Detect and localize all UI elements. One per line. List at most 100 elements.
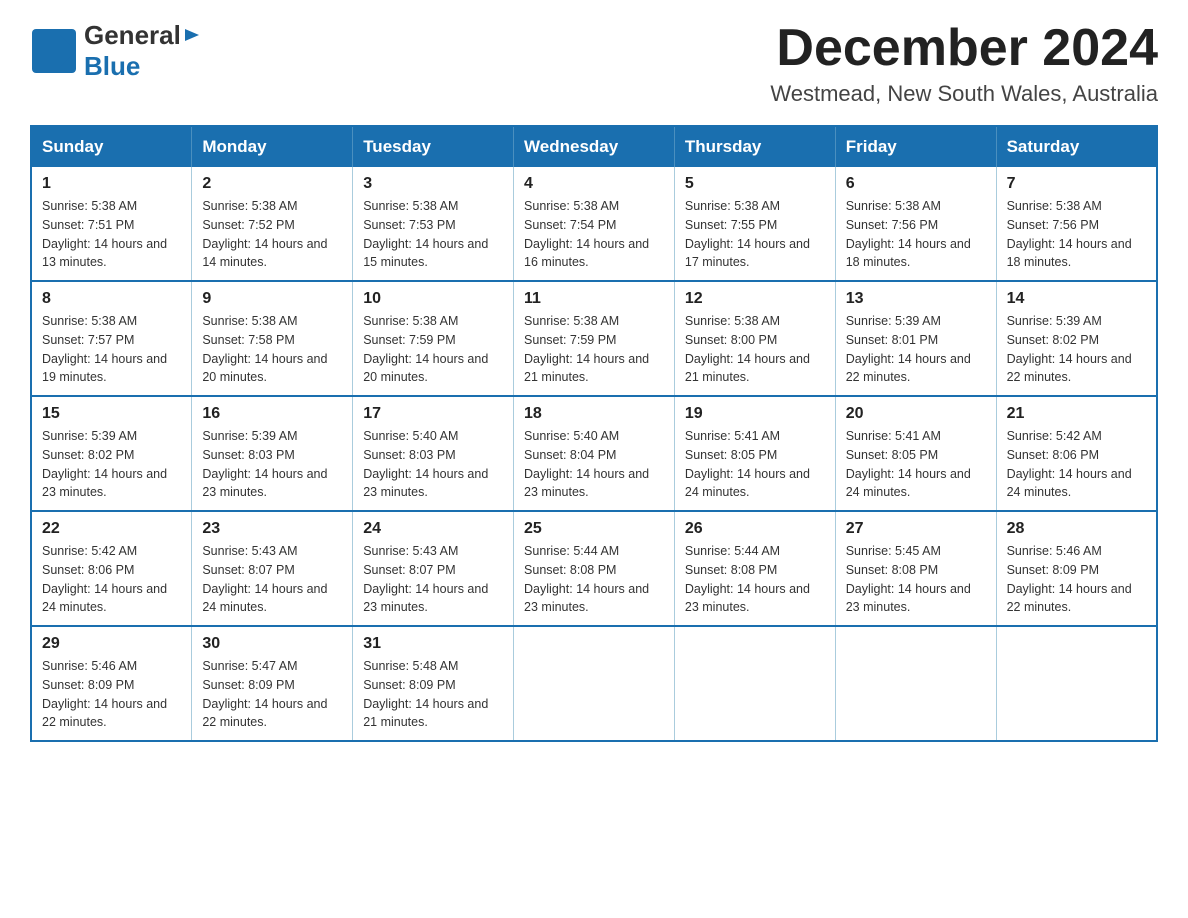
- day-number: 18: [524, 405, 664, 423]
- calendar-cell: [514, 626, 675, 741]
- calendar-cell: 20 Sunrise: 5:41 AMSunset: 8:05 PMDayligh…: [835, 396, 996, 511]
- calendar-cell: 28Sunrise: 5:46 AMSunset: 8:09 PMDayligh…: [996, 511, 1157, 626]
- day-number: 2: [202, 175, 342, 193]
- month-title: December 2024: [770, 20, 1158, 77]
- day-number: 31: [363, 635, 503, 653]
- weekday-header-row: SundayMondayTuesdayWednesdayThursdayFrid…: [31, 126, 1157, 167]
- day-info: Sunrise: 5:38 AMSunset: 7:59 PMDaylight:…: [363, 312, 503, 387]
- day-number: 19: [685, 405, 825, 423]
- day-number: 11: [524, 290, 664, 308]
- calendar-cell: 19 Sunrise: 5:41 AMSunset: 8:05 PMDayligh…: [674, 396, 835, 511]
- weekday-header-wednesday: Wednesday: [514, 126, 675, 167]
- logo-general: General: [84, 20, 181, 51]
- calendar-cell: 10 Sunrise: 5:38 AMSunset: 7:59 PMDayligh…: [353, 281, 514, 396]
- day-info: Sunrise: 5:43 AMSunset: 8:07 PMDaylight:…: [363, 542, 503, 617]
- day-number: 22: [42, 520, 181, 538]
- day-info: Sunrise: 5:39 AMSunset: 8:02 PMDaylight:…: [42, 427, 181, 502]
- day-info: Sunrise: 5:40 AMSunset: 8:03 PMDaylight:…: [363, 427, 503, 502]
- logo: General Blue: [30, 20, 201, 82]
- calendar-cell: 18 Sunrise: 5:40 AMSunset: 8:04 PMDayligh…: [514, 396, 675, 511]
- logo-blue: Blue: [84, 51, 140, 81]
- day-info: Sunrise: 5:39 AMSunset: 8:03 PMDaylight:…: [202, 427, 342, 502]
- calendar-cell: 22 Sunrise: 5:42 AMSunset: 8:06 PMDayligh…: [31, 511, 192, 626]
- weekday-header-saturday: Saturday: [996, 126, 1157, 167]
- calendar-cell: 16 Sunrise: 5:39 AMSunset: 8:03 PMDayligh…: [192, 396, 353, 511]
- day-info: Sunrise: 5:41 AMSunset: 8:05 PMDaylight:…: [685, 427, 825, 502]
- calendar-cell: 6 Sunrise: 5:38 AMSunset: 7:56 PMDaylight…: [835, 167, 996, 281]
- day-number: 4: [524, 175, 664, 193]
- day-number: 15: [42, 405, 181, 423]
- page-header: General Blue December 2024 Westmead, New…: [30, 20, 1158, 107]
- day-info: Sunrise: 5:38 AMSunset: 8:00 PMDaylight:…: [685, 312, 825, 387]
- day-info: Sunrise: 5:38 AMSunset: 7:58 PMDaylight:…: [202, 312, 342, 387]
- calendar-cell: 7 Sunrise: 5:38 AMSunset: 7:56 PMDaylight…: [996, 167, 1157, 281]
- day-number: 16: [202, 405, 342, 423]
- day-number: 13: [846, 290, 986, 308]
- calendar-cell: 23 Sunrise: 5:43 AMSunset: 8:07 PMDayligh…: [192, 511, 353, 626]
- day-number: 23: [202, 520, 342, 538]
- day-info: Sunrise: 5:41 AMSunset: 8:05 PMDaylight:…: [846, 427, 986, 502]
- title-section: December 2024 Westmead, New South Wales,…: [770, 20, 1158, 107]
- week-row-5: 29Sunrise: 5:46 AMSunset: 8:09 PMDayligh…: [31, 626, 1157, 741]
- week-row-3: 15 Sunrise: 5:39 AMSunset: 8:02 PMDayligh…: [31, 396, 1157, 511]
- day-info: Sunrise: 5:46 AMSunset: 8:09 PMDaylight:…: [1007, 542, 1146, 617]
- day-info: Sunrise: 5:42 AMSunset: 8:06 PMDaylight:…: [1007, 427, 1146, 502]
- day-info: Sunrise: 5:48 AMSunset: 8:09 PMDaylight:…: [363, 657, 503, 732]
- day-info: Sunrise: 5:43 AMSunset: 8:07 PMDaylight:…: [202, 542, 342, 617]
- week-row-4: 22 Sunrise: 5:42 AMSunset: 8:06 PMDayligh…: [31, 511, 1157, 626]
- calendar-cell: 24 Sunrise: 5:43 AMSunset: 8:07 PMDayligh…: [353, 511, 514, 626]
- logo-arrow-shape: [183, 26, 201, 49]
- day-info: Sunrise: 5:39 AMSunset: 8:01 PMDaylight:…: [846, 312, 986, 387]
- calendar-cell: 13 Sunrise: 5:39 AMSunset: 8:01 PMDayligh…: [835, 281, 996, 396]
- day-number: 9: [202, 290, 342, 308]
- weekday-header-monday: Monday: [192, 126, 353, 167]
- day-number: 25: [524, 520, 664, 538]
- day-number: 27: [846, 520, 986, 538]
- calendar-cell: 12 Sunrise: 5:38 AMSunset: 8:00 PMDayligh…: [674, 281, 835, 396]
- calendar-cell: 30 Sunrise: 5:47 AMSunset: 8:09 PMDayligh…: [192, 626, 353, 741]
- day-number: 10: [363, 290, 503, 308]
- day-info: Sunrise: 5:38 AMSunset: 7:56 PMDaylight:…: [846, 197, 986, 272]
- calendar-cell: 14Sunrise: 5:39 AMSunset: 8:02 PMDayligh…: [996, 281, 1157, 396]
- calendar-cell: 21 Sunrise: 5:42 AMSunset: 8:06 PMDayligh…: [996, 396, 1157, 511]
- day-number: 5: [685, 175, 825, 193]
- calendar-cell: 5 Sunrise: 5:38 AMSunset: 7:55 PMDaylight…: [674, 167, 835, 281]
- day-number: 20: [846, 405, 986, 423]
- calendar-table: SundayMondayTuesdayWednesdayThursdayFrid…: [30, 125, 1158, 742]
- calendar-cell: [996, 626, 1157, 741]
- day-info: Sunrise: 5:38 AMSunset: 7:55 PMDaylight:…: [685, 197, 825, 272]
- calendar-cell: 3 Sunrise: 5:38 AMSunset: 7:53 PMDaylight…: [353, 167, 514, 281]
- day-number: 21: [1007, 405, 1146, 423]
- location-subtitle: Westmead, New South Wales, Australia: [770, 81, 1158, 107]
- day-number: 6: [846, 175, 986, 193]
- calendar-cell: 31 Sunrise: 5:48 AMSunset: 8:09 PMDayligh…: [353, 626, 514, 741]
- calendar-cell: 9 Sunrise: 5:38 AMSunset: 7:58 PMDaylight…: [192, 281, 353, 396]
- calendar-cell: 11 Sunrise: 5:38 AMSunset: 7:59 PMDayligh…: [514, 281, 675, 396]
- day-info: Sunrise: 5:38 AMSunset: 7:51 PMDaylight:…: [42, 197, 181, 272]
- day-info: Sunrise: 5:40 AMSunset: 8:04 PMDaylight:…: [524, 427, 664, 502]
- day-info: Sunrise: 5:44 AMSunset: 8:08 PMDaylight:…: [685, 542, 825, 617]
- day-info: Sunrise: 5:38 AMSunset: 7:53 PMDaylight:…: [363, 197, 503, 272]
- weekday-header-friday: Friday: [835, 126, 996, 167]
- calendar-cell: 8Sunrise: 5:38 AMSunset: 7:57 PMDaylight…: [31, 281, 192, 396]
- day-number: 7: [1007, 175, 1146, 193]
- day-info: Sunrise: 5:38 AMSunset: 7:59 PMDaylight:…: [524, 312, 664, 387]
- day-number: 24: [363, 520, 503, 538]
- day-number: 26: [685, 520, 825, 538]
- calendar-cell: 17Sunrise: 5:40 AMSunset: 8:03 PMDayligh…: [353, 396, 514, 511]
- day-info: Sunrise: 5:38 AMSunset: 7:56 PMDaylight:…: [1007, 197, 1146, 272]
- calendar-cell: [835, 626, 996, 741]
- weekday-header-sunday: Sunday: [31, 126, 192, 167]
- day-number: 30: [202, 635, 342, 653]
- day-info: Sunrise: 5:44 AMSunset: 8:08 PMDaylight:…: [524, 542, 664, 617]
- day-info: Sunrise: 5:47 AMSunset: 8:09 PMDaylight:…: [202, 657, 342, 732]
- day-info: Sunrise: 5:42 AMSunset: 8:06 PMDaylight:…: [42, 542, 181, 617]
- day-number: 3: [363, 175, 503, 193]
- day-number: 12: [685, 290, 825, 308]
- day-info: Sunrise: 5:38 AMSunset: 7:52 PMDaylight:…: [202, 197, 342, 272]
- calendar-cell: 15 Sunrise: 5:39 AMSunset: 8:02 PMDayligh…: [31, 396, 192, 511]
- calendar-cell: 2 Sunrise: 5:38 AMSunset: 7:52 PMDaylight…: [192, 167, 353, 281]
- calendar-cell: 25 Sunrise: 5:44 AMSunset: 8:08 PMDayligh…: [514, 511, 675, 626]
- day-info: Sunrise: 5:45 AMSunset: 8:08 PMDaylight:…: [846, 542, 986, 617]
- week-row-2: 8Sunrise: 5:38 AMSunset: 7:57 PMDaylight…: [31, 281, 1157, 396]
